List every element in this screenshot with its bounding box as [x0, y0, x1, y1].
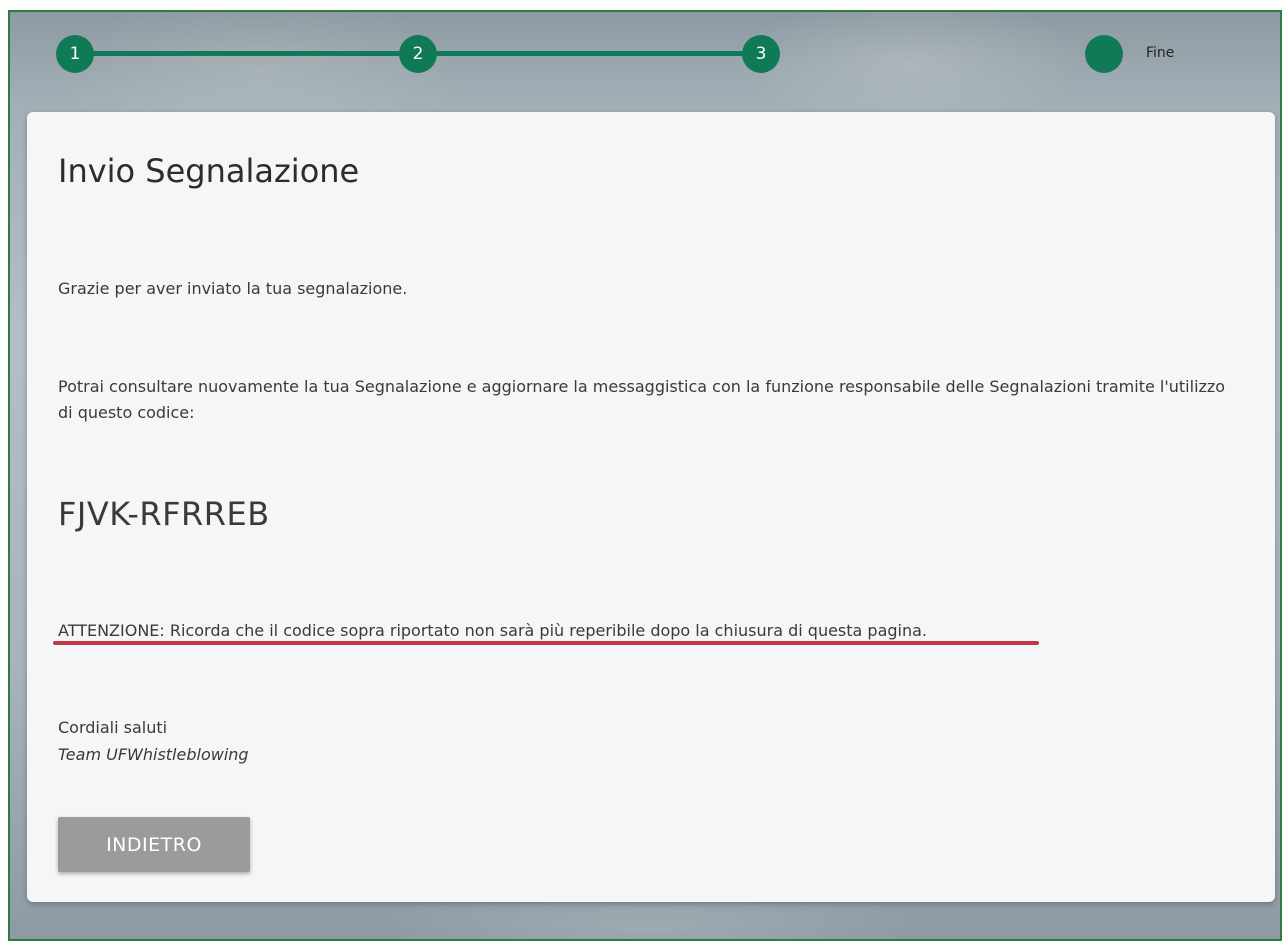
- progress-stepper: 1 2 3 Fine: [0, 0, 1284, 110]
- thanks-message: Grazie per aver inviato la tua segnalazi…: [58, 279, 408, 298]
- step-3-indicator: 3: [742, 35, 780, 73]
- page-frame: 1 2 3 Fine Invio Segnalazione Grazie per…: [0, 0, 1284, 941]
- step-1-indicator: 1: [56, 35, 94, 73]
- step-connector-1-2: [76, 51, 420, 56]
- regards-text: Cordiali saluti: [58, 718, 168, 737]
- confirmation-card: Invio Segnalazione Grazie per aver invia…: [27, 112, 1275, 902]
- warning-highlight-underline: [53, 641, 1039, 645]
- code-info-message: Potrai consultare nuovamente la tua Segn…: [58, 377, 1226, 422]
- step-final-label: Fine: [1146, 45, 1175, 61]
- step-connector-2-3: [420, 51, 762, 56]
- step-final-indicator: [1085, 35, 1123, 73]
- report-code: FJVK-RFRREB: [58, 495, 270, 533]
- step-2-indicator: 2: [399, 35, 437, 73]
- team-signature: Team UFWhistleblowing: [58, 745, 249, 764]
- back-button[interactable]: INDIETRO: [58, 817, 250, 872]
- page-title: Invio Segnalazione: [58, 152, 360, 190]
